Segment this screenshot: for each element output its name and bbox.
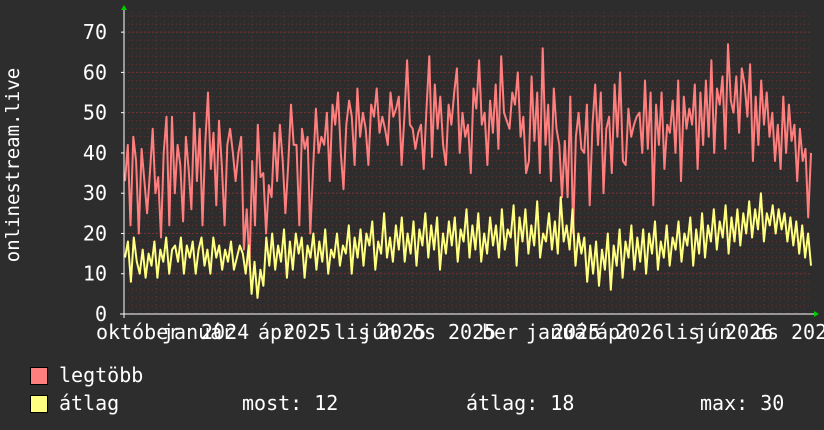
y-tick-label: 40 xyxy=(83,141,107,165)
y-tick-labels: 010203040506070 xyxy=(83,20,107,326)
y-tick-label: 20 xyxy=(83,221,107,245)
stat-current: most: 12 xyxy=(242,391,339,415)
x-tick-label: 2025 xyxy=(552,320,600,344)
y-tick-label: 50 xyxy=(83,101,107,125)
y-tick-label: 30 xyxy=(83,181,107,205)
stat-average: átlag: 18 xyxy=(466,391,575,415)
x-tick-label: 2025 xyxy=(283,320,331,344)
x-tick-label: os xyxy=(755,320,779,344)
x-tick-label: 2024 xyxy=(201,320,249,344)
x-tick-label: os xyxy=(412,320,436,344)
y-axis-label: onlinestream.live xyxy=(2,68,24,262)
legend-label-max: legtöbb xyxy=(59,363,144,387)
y-axis-arrow xyxy=(121,5,127,10)
legend-item-max: legtöbb xyxy=(30,364,330,386)
y-tick-label: 10 xyxy=(83,262,107,286)
legend-label-avg: átlag xyxy=(59,391,120,415)
legend-swatch-avg xyxy=(30,395,48,413)
chart: 010203040506070 októberjanuár2024 ápr2025… xyxy=(2,5,824,344)
y-tick-label: 70 xyxy=(83,20,107,44)
x-tick-label: 2026 xyxy=(616,320,664,344)
x-tick-labels: októberjanuár2024 ápr2025 lisjún2025os 2025… xyxy=(96,320,824,344)
x-tick-label: 202 xyxy=(791,320,824,344)
legend-swatch-max xyxy=(30,367,48,385)
x-tick-label: ber xyxy=(482,320,518,344)
x-axis-arrow xyxy=(814,311,819,317)
stat-maximum: max: 30 xyxy=(700,391,785,415)
y-tick-label: 60 xyxy=(83,60,107,84)
series-lines xyxy=(124,43,812,299)
